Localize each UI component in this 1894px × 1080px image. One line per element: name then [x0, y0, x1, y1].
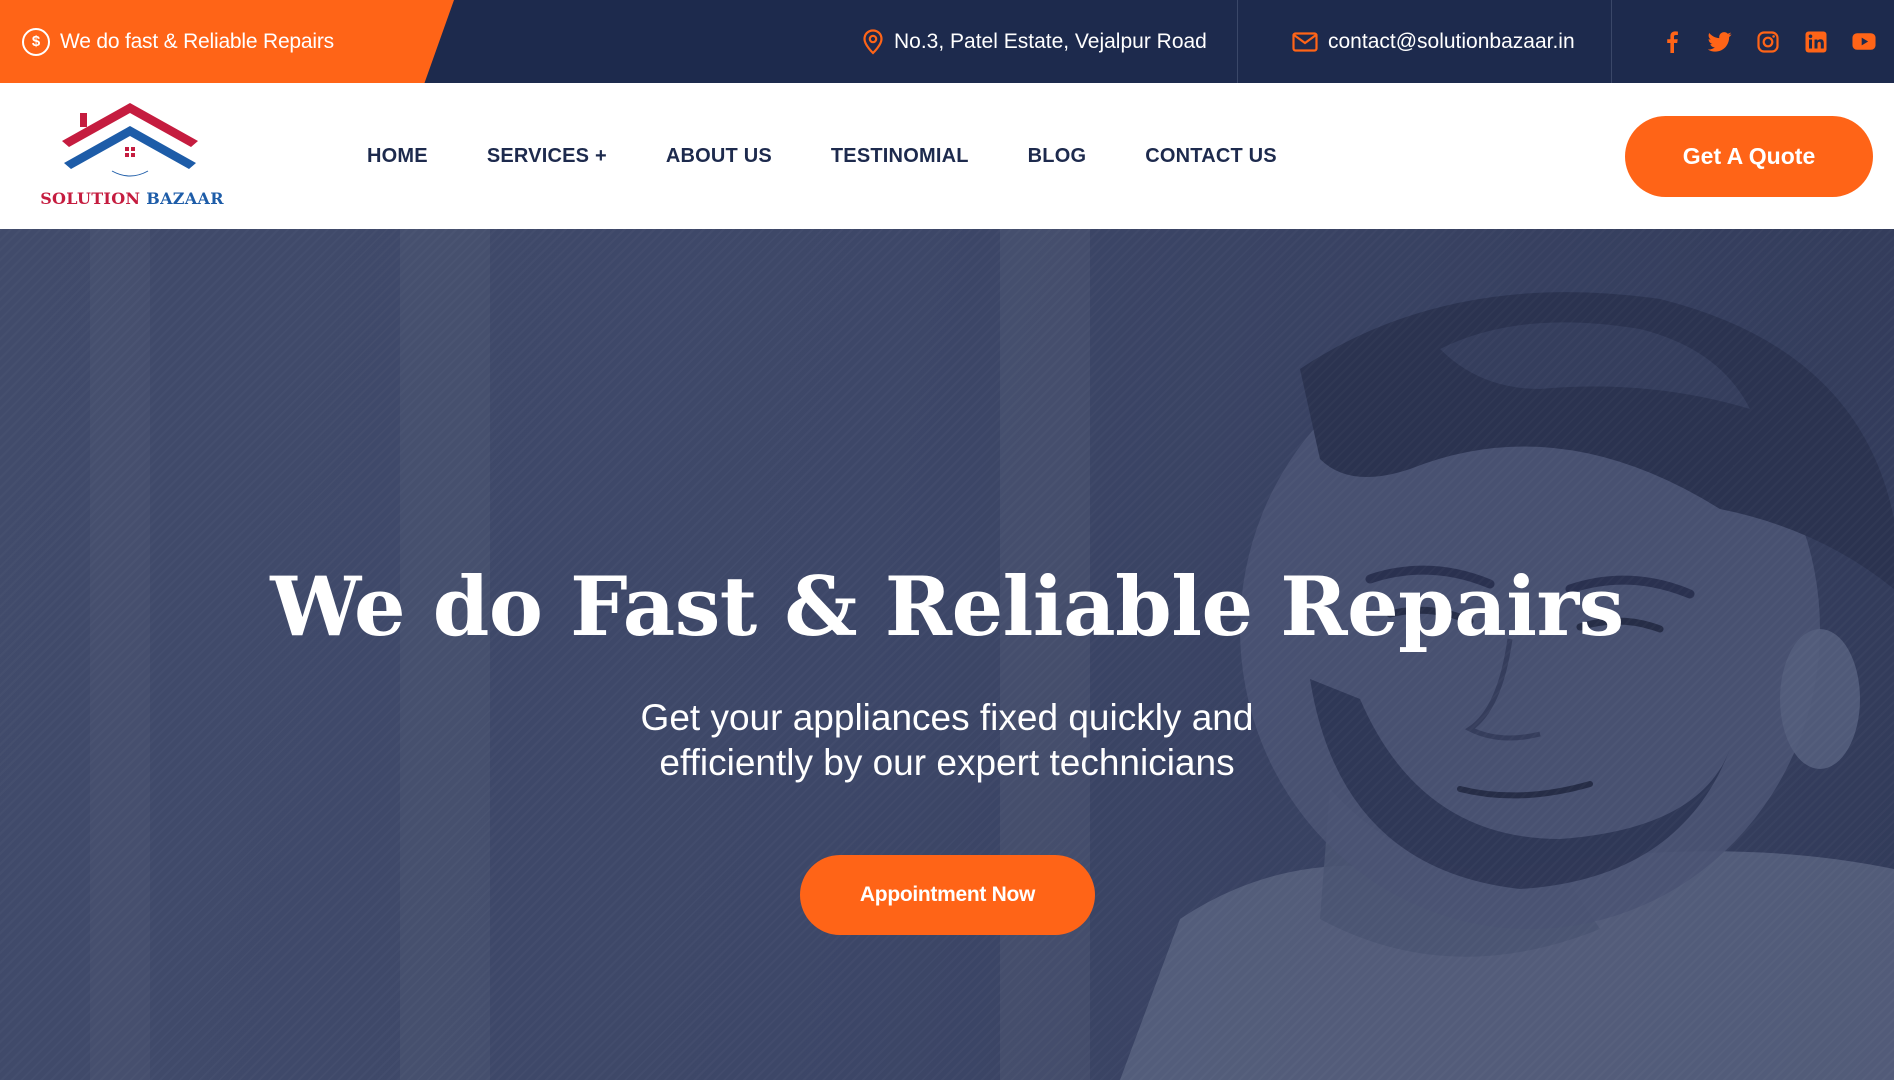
- hero-title: We do Fast & Reliable Repairs: [270, 560, 1624, 655]
- hero-subtitle-line-2: efficiently by our expert technicians: [659, 742, 1235, 783]
- hero-section: We do Fast & Reliable Repairs Get your a…: [0, 229, 1894, 1080]
- main-header: SOLUTION BAZAAR HOME SERVICES + ABOUT US…: [0, 83, 1894, 229]
- nav-about-us[interactable]: ABOUT US: [666, 145, 772, 168]
- nav-home[interactable]: HOME: [367, 145, 428, 168]
- twitter-icon[interactable]: [1708, 30, 1732, 54]
- address-text: No.3, Patel Estate, Vejalpur Road: [894, 29, 1207, 53]
- top-bar: $ We do fast & Reliable Repairs No.3, Pa…: [0, 0, 1894, 83]
- instagram-icon[interactable]: [1756, 30, 1780, 54]
- appointment-now-button[interactable]: Appointment Now: [800, 855, 1095, 935]
- dollar-circle-icon: $: [22, 27, 50, 56]
- nav-blog[interactable]: BLOG: [1028, 145, 1087, 168]
- divider: [1237, 0, 1238, 83]
- email-link[interactable]: contact@solutionbazaar.in: [1328, 30, 1575, 54]
- nav-services[interactable]: SERVICES +: [487, 145, 607, 168]
- hero-subtitle: Get your appliances fixed quickly and ef…: [597, 695, 1297, 785]
- address-info: No.3, Patel Estate, Vejalpur Road: [862, 0, 1207, 83]
- envelope-icon: [1292, 31, 1318, 52]
- main-nav: HOME SERVICES + ABOUT US TESTINOMIAL BLO…: [367, 83, 1277, 229]
- linkedin-icon[interactable]: [1804, 30, 1828, 54]
- get-a-quote-button[interactable]: Get A Quote: [1625, 116, 1873, 197]
- social-links: [1660, 0, 1876, 83]
- logo-word-solution: SOLUTION: [40, 189, 141, 208]
- location-pin-icon: [862, 28, 884, 55]
- facebook-icon[interactable]: [1660, 30, 1684, 54]
- site-logo[interactable]: SOLUTION BAZAAR: [34, 101, 230, 211]
- house-logo-icon: [62, 103, 198, 177]
- nav-contact-us[interactable]: CONTACT US: [1145, 145, 1277, 168]
- youtube-icon[interactable]: [1852, 30, 1876, 54]
- logo-word-bazaar: BAZAAR: [146, 189, 224, 208]
- logo-wordmark: SOLUTION BAZAAR: [34, 189, 230, 208]
- email-info[interactable]: contact@solutionbazaar.in: [1292, 0, 1575, 83]
- promo-text: We do fast & Reliable Repairs: [60, 29, 334, 53]
- divider: [1611, 0, 1612, 83]
- hero-subtitle-line-1: Get your appliances fixed quickly and: [640, 697, 1254, 738]
- nav-testimonial[interactable]: TESTINOMIAL: [831, 145, 969, 168]
- promo-banner: $ We do fast & Reliable Repairs: [0, 0, 454, 83]
